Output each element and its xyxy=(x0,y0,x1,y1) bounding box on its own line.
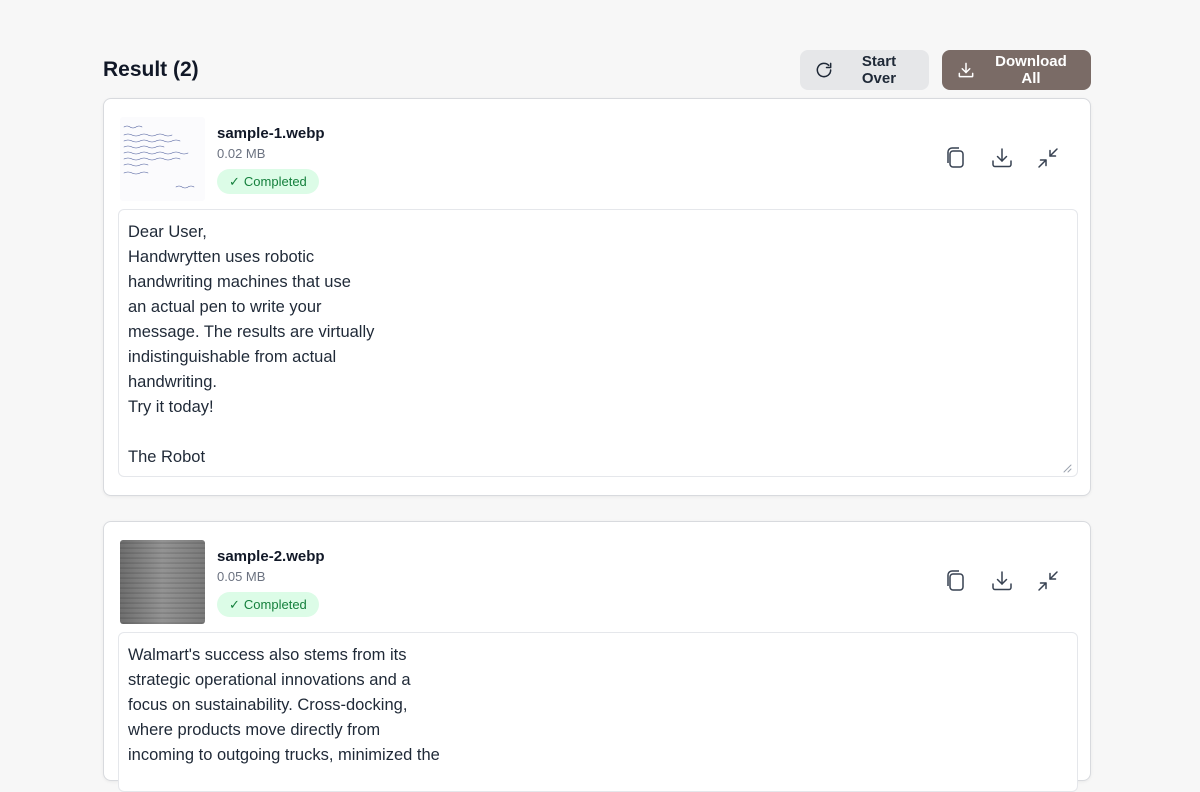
collapse-icon xyxy=(1038,148,1058,168)
handwriting-thumbnail-graphic xyxy=(123,125,195,189)
collapse-button[interactable] xyxy=(1034,144,1062,172)
extracted-text-area[interactable]: Dear User, Handwrytten uses robotic hand… xyxy=(118,209,1078,477)
start-over-label: Start Over xyxy=(861,53,897,87)
copy-icon xyxy=(947,147,964,168)
download-button[interactable] xyxy=(988,144,1016,172)
thumbnail-image[interactable] xyxy=(120,540,205,624)
download-icon xyxy=(992,571,1012,591)
status-badge: ✓ Completed xyxy=(217,169,319,194)
file-name: sample-2.webp xyxy=(217,548,325,565)
result-card-header: sample-1.webp 0.02 MB ✓ Completed xyxy=(104,99,1090,209)
status-label: Completed xyxy=(243,174,307,189)
collapse-button[interactable] xyxy=(1034,567,1062,595)
thumbnail-image[interactable] xyxy=(120,117,205,201)
copy-button[interactable] xyxy=(942,567,970,595)
download-button[interactable] xyxy=(988,567,1016,595)
collapse-icon xyxy=(1038,571,1058,591)
result-card: sample-2.webp 0.05 MB ✓ Completed Walmar… xyxy=(103,521,1091,792)
check-icon: ✓ xyxy=(229,596,240,612)
result-card: sample-1.webp 0.02 MB ✓ Completed Dear U… xyxy=(103,98,1091,496)
copy-button[interactable] xyxy=(942,144,970,172)
download-icon xyxy=(992,148,1012,168)
download-all-button[interactable]: Download All xyxy=(942,50,1091,90)
download-icon xyxy=(958,62,974,78)
header-actions: Start Over Download All xyxy=(800,50,1091,90)
resize-handle-icon[interactable] xyxy=(1063,464,1072,473)
status-label: Completed xyxy=(243,597,307,612)
copy-icon xyxy=(947,570,964,591)
start-over-button[interactable]: Start Over xyxy=(800,50,929,90)
status-badge: ✓ Completed xyxy=(217,592,319,617)
check-icon: ✓ xyxy=(229,173,240,189)
result-card-header: sample-2.webp 0.05 MB ✓ Completed xyxy=(104,522,1090,632)
download-all-label: Download All xyxy=(995,53,1067,87)
results-header: Result (2) Start Over Download All xyxy=(103,50,1091,90)
page-title: Result (2) xyxy=(103,58,199,81)
refresh-icon xyxy=(816,62,832,78)
extracted-text-area[interactable]: Walmart's success also stems from its st… xyxy=(118,632,1078,792)
file-name: sample-1.webp xyxy=(217,125,325,142)
file-size: 0.05 MB xyxy=(217,569,266,584)
file-size: 0.02 MB xyxy=(217,146,266,161)
